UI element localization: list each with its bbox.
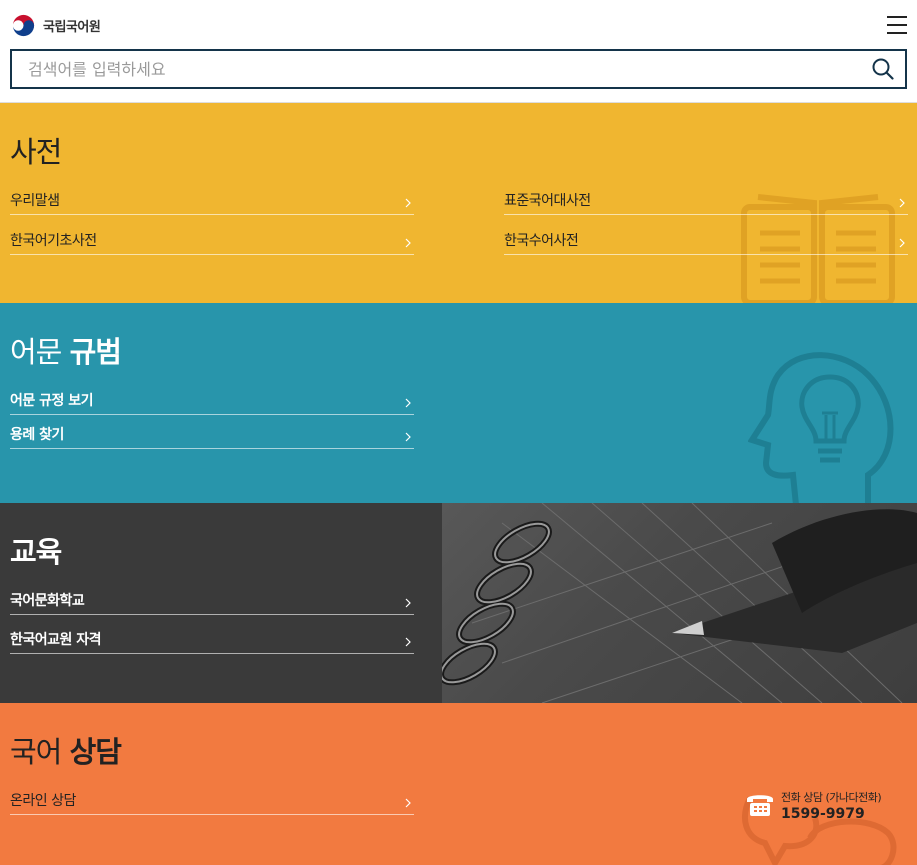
phone-number: 1599-9979 (781, 806, 865, 822)
phone-label: 전화 상담 (가나다전화) (781, 791, 882, 804)
link-standard-korean-dictionary[interactable]: 표준국어대사전 (504, 185, 908, 215)
link-view-language-rules[interactable]: 어문 규정 보기 (10, 385, 414, 415)
chevron-right-icon (405, 798, 411, 807)
education-section: 교육 국어문화학교 한국어교원 자격 (0, 503, 917, 703)
link-korean-teacher-certificate[interactable]: 한국어교원 자격 (10, 624, 414, 654)
search-box (10, 49, 907, 89)
consult-section: 국어 상담 온라인 상담 전화 상담 (가나다전화) 1599-9979 (0, 703, 917, 865)
chevron-right-icon (405, 432, 411, 441)
chevron-right-icon (405, 637, 411, 646)
link-korean-culture-school[interactable]: 국어문화학교 (10, 585, 414, 615)
section-title-norms: 어문 규범 (10, 335, 122, 369)
site-header: 국립국어원 (0, 0, 917, 103)
norms-section: 어문 규범 어문 규정 보기 용례 찾기 (0, 303, 917, 503)
phone-consult[interactable]: 전화 상담 (가나다전화) 1599-9979 (745, 789, 882, 822)
telephone-icon (747, 795, 773, 816)
section-title-dictionary: 사전 (10, 135, 62, 169)
chevron-right-icon (405, 238, 411, 247)
search-icon[interactable] (871, 57, 895, 81)
search-input[interactable] (12, 51, 862, 87)
hamburger-menu-icon[interactable] (887, 16, 907, 34)
chevron-right-icon (899, 238, 905, 247)
phone-text: 전화 상담 (가나다전화) 1599-9979 (781, 789, 882, 822)
head-lightbulb-icon (748, 352, 894, 503)
dictionary-section: 사전 우리말샘 한국어기초사전 표준국어대사전 한국수어사전 (0, 103, 917, 303)
chevron-right-icon (899, 198, 905, 207)
chevron-right-icon (405, 598, 411, 607)
link-urimalsaem[interactable]: 우리말샘 (10, 185, 414, 215)
link-basic-korean-dictionary[interactable]: 한국어기초사전 (10, 225, 414, 255)
taegeuk-logo-icon (10, 12, 37, 39)
section-title-consult: 국어 상담 (10, 735, 122, 769)
link-find-usage-examples[interactable]: 용례 찾기 (10, 419, 414, 449)
chevron-right-icon (405, 398, 411, 407)
link-online-consult[interactable]: 온라인 상담 (10, 785, 414, 815)
section-title-education: 교육 (10, 535, 62, 569)
chevron-right-icon (405, 198, 411, 207)
link-sign-language-dictionary[interactable]: 한국수어사전 (504, 225, 908, 255)
notebook-pen-photo (442, 503, 917, 703)
site-logo[interactable]: 국립국어원 (10, 12, 101, 39)
logo-text: 국립국어원 (43, 20, 101, 35)
